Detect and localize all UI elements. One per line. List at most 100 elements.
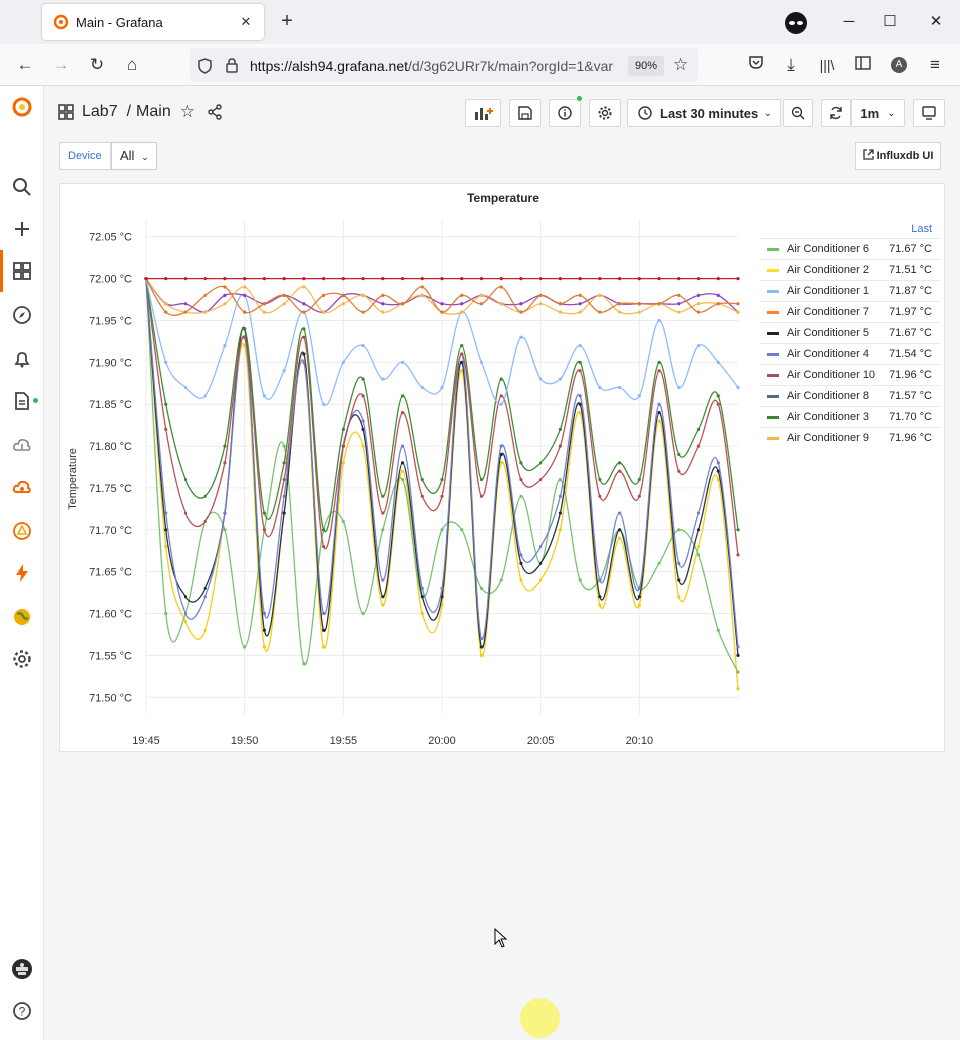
data-point — [164, 277, 168, 281]
lightning-icon[interactable] — [11, 562, 33, 584]
maximize-window-icon[interactable]: ☐ — [879, 12, 901, 34]
data-point — [578, 360, 582, 364]
dashboards-icon[interactable] — [11, 260, 33, 282]
legend-swatch — [767, 289, 779, 293]
legend-item[interactable]: Air Conditioner 8 71.57 °C — [760, 385, 940, 406]
clock-icon — [638, 106, 652, 120]
cloud-upload-icon[interactable] — [11, 434, 33, 456]
browser-tab[interactable]: Main - Grafana ✕ — [42, 4, 264, 40]
legend-swatch — [767, 436, 779, 440]
data-point — [519, 561, 523, 565]
legend-series-name: Air Conditioner 9 — [787, 432, 869, 444]
external-link-icon — [862, 149, 874, 160]
legend-item[interactable]: Air Conditioner 4 71.54 °C — [760, 343, 940, 364]
forward-icon[interactable]: → — [49, 54, 73, 76]
tv-mode-button[interactable] — [913, 99, 945, 127]
globe-icon[interactable] — [11, 606, 33, 628]
legend-item[interactable]: Air Conditioner 2 71.51 °C — [760, 259, 940, 280]
cloud-app-icon[interactable] — [11, 476, 33, 498]
minimize-window-icon[interactable]: ─ — [838, 12, 860, 34]
user-avatar-icon[interactable] — [11, 958, 33, 980]
data-point — [618, 536, 622, 540]
variable-value: All — [120, 148, 135, 163]
data-point — [400, 477, 405, 482]
account-avatar[interactable]: A — [891, 57, 907, 73]
data-point — [578, 302, 582, 306]
time-range-picker[interactable]: Last 30 minutes ⌄ — [627, 99, 781, 127]
refresh-button[interactable] — [821, 99, 851, 127]
data-point — [716, 277, 720, 281]
data-point — [696, 544, 701, 549]
create-plus-icon[interactable] — [11, 218, 33, 240]
legend-item[interactable]: Air Conditioner 7 71.97 °C — [760, 301, 940, 322]
library-icon[interactable]: |||\ — [815, 54, 839, 76]
reports-document-icon[interactable] — [11, 390, 33, 412]
data-point — [420, 477, 424, 482]
close-tab-icon[interactable]: ✕ — [236, 12, 256, 32]
new-tab-icon[interactable]: + — [276, 10, 298, 32]
save-dashboard-button[interactable] — [509, 99, 541, 127]
temperature-chart[interactable]: 72.05 °C 72.00 °C 71.95 °C 71.90 °C 71.85 °C… — [60, 184, 760, 753]
data-point — [223, 511, 227, 515]
data-point — [203, 277, 207, 281]
zoom-level[interactable]: 90% — [628, 56, 664, 76]
variable-select-device[interactable]: All ⌄ — [111, 142, 157, 170]
data-point — [381, 511, 385, 515]
legend-header-last[interactable]: Last — [760, 220, 940, 238]
x-tick-label: 19:50 — [231, 735, 259, 747]
close-window-icon[interactable]: ✕ — [925, 12, 947, 34]
data-point — [677, 385, 681, 390]
legend-item[interactable]: Air Conditioner 10 71.96 °C — [760, 364, 940, 385]
synthetic-monitoring-icon[interactable] — [11, 520, 33, 542]
folder-link[interactable]: Lab7 — [82, 103, 118, 121]
address-bar[interactable]: https://alsh94.grafana.net/d/3g62URr7k/m… — [190, 48, 698, 82]
monitor-icon — [922, 106, 936, 120]
legend-item[interactable]: Air Conditioner 3 71.70 °C — [760, 406, 940, 427]
refresh-interval-picker[interactable]: 1m ⌄ — [851, 99, 905, 127]
back-icon[interactable]: ← — [13, 54, 37, 76]
zoom-out-button[interactable] — [783, 99, 813, 127]
temperature-panel[interactable]: Temperature 72.05 °C 72.00 °C 71.95 °C 71.9… — [59, 183, 945, 752]
data-point — [400, 444, 405, 448]
data-point — [499, 285, 503, 289]
legend-item[interactable]: Air Conditioner 5 71.67 °C — [760, 322, 940, 343]
share-icon[interactable] — [207, 104, 223, 120]
data-point — [322, 293, 326, 297]
pocket-icon[interactable] — [744, 54, 768, 76]
add-panel-button[interactable] — [465, 99, 501, 127]
legend-item[interactable]: Air Conditioner 1 71.87 °C — [760, 280, 940, 301]
grafana-logo-icon[interactable] — [11, 96, 33, 118]
data-point — [598, 477, 602, 482]
data-point — [420, 385, 424, 390]
data-point — [440, 494, 444, 498]
dashboard-title[interactable]: Main — [136, 103, 171, 121]
explore-compass-icon[interactable] — [11, 304, 33, 326]
shield-icon — [198, 58, 212, 74]
settings-gear-icon[interactable] — [11, 648, 33, 670]
influxdb-link-button[interactable]: Influxdb UI — [855, 142, 941, 170]
search-icon[interactable] — [11, 176, 33, 198]
menu-icon[interactable]: ≡ — [923, 54, 947, 76]
downloads-icon[interactable]: ⤓ — [779, 54, 803, 76]
legend-item[interactable]: Air Conditioner 6 71.67 °C — [760, 238, 940, 259]
home-icon[interactable]: ⌂ — [120, 54, 144, 76]
data-point — [696, 553, 701, 557]
data-point — [716, 293, 720, 297]
help-icon[interactable]: ? — [11, 1000, 33, 1022]
data-point — [361, 310, 365, 314]
bookmark-star-icon[interactable]: ☆ — [673, 55, 688, 75]
data-point — [262, 302, 266, 306]
data-point — [460, 352, 464, 356]
dashboard-settings-button[interactable] — [589, 99, 621, 127]
data-point — [558, 494, 562, 498]
favorite-star-icon[interactable]: ☆ — [180, 102, 195, 122]
sidebar-toggle-icon[interactable] — [851, 54, 875, 76]
legend-item[interactable]: Air Conditioner 9 71.96 °C — [760, 427, 940, 448]
dashboard-insights-button[interactable] — [549, 96, 582, 127]
data-point — [479, 302, 484, 306]
alerting-bell-icon[interactable] — [11, 348, 33, 370]
reload-icon[interactable]: ↻ — [85, 54, 109, 76]
data-point — [657, 402, 661, 406]
data-point — [716, 394, 720, 398]
data-point — [519, 277, 523, 281]
